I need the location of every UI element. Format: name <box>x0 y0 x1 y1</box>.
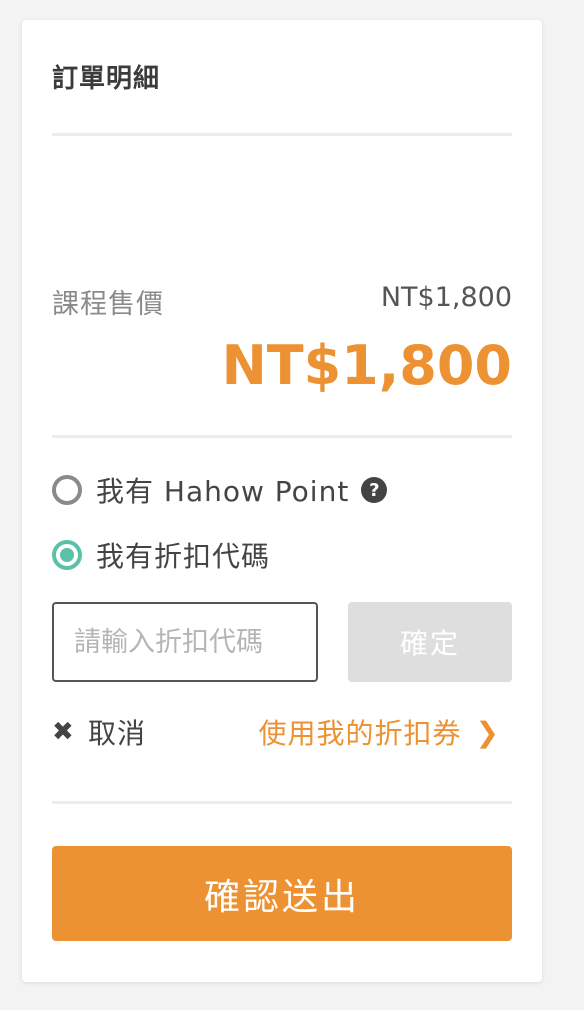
radio-hahow-point-label: 我有 Hahow Point <box>96 475 350 508</box>
radio-discount-code-label: 我有折扣代碼 <box>96 540 271 573</box>
radio-hahow-point[interactable]: 我有 Hahow Point ? <box>52 470 388 510</box>
radio-unchecked-icon[interactable] <box>52 475 82 505</box>
course-price-label: 課程售價 <box>52 289 164 320</box>
divider <box>52 133 512 136</box>
confirm-code-button[interactable]: 確定 <box>348 602 512 682</box>
card-title: 訂單明細 <box>52 64 161 94</box>
radio-discount-code[interactable]: 我有折扣代碼 <box>52 535 270 575</box>
divider <box>52 435 512 438</box>
divider <box>52 801 512 804</box>
submit-order-button[interactable]: 確認送出 <box>52 846 512 941</box>
use-my-coupon-link[interactable]: 使用我的折扣券 ❯ <box>259 712 500 752</box>
radio-checked-icon[interactable] <box>52 540 82 570</box>
discount-code-input[interactable] <box>52 602 318 682</box>
order-details-card: 訂單明細 課程售價 NT$1,800 NT$1,800 我有 Hahow Poi… <box>22 20 542 982</box>
cancel-label: 取消 <box>88 717 147 750</box>
question-mark-icon[interactable]: ? <box>361 477 388 503</box>
close-icon: ✖ <box>52 717 74 747</box>
total-price: NT$1,800 <box>221 334 512 397</box>
use-my-coupon-label: 使用我的折扣券 <box>258 717 462 750</box>
cancel-button[interactable]: ✖ 取消 <box>52 712 146 752</box>
course-price-value: NT$1,800 <box>380 282 512 313</box>
chevron-right-icon: ❯ <box>475 715 500 749</box>
